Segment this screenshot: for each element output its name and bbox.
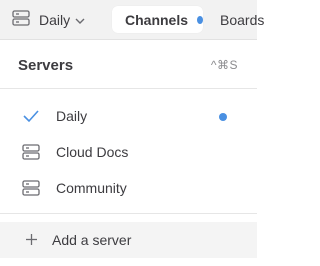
add-server-button[interactable]: Add a server xyxy=(0,222,257,258)
tab-boards-label: Boards xyxy=(220,12,265,28)
server-item-label: Cloud Docs xyxy=(56,144,129,160)
divider xyxy=(0,88,257,89)
server-item-cloud-docs[interactable]: Cloud Docs xyxy=(0,134,257,170)
current-server-label: Daily xyxy=(39,12,71,28)
server-switcher-button[interactable]: Daily xyxy=(12,9,85,31)
server-item-daily[interactable]: Daily xyxy=(0,98,257,134)
chevron-down-icon xyxy=(75,12,85,30)
plus-icon xyxy=(25,233,38,251)
server-icon xyxy=(22,144,40,160)
servers-dropdown: Servers ^⌘S Daily Cloud Docs Community A… xyxy=(0,41,257,266)
server-item-label: Community xyxy=(56,180,127,196)
add-server-label: Add a server xyxy=(52,232,132,248)
server-item-community[interactable]: Community xyxy=(0,170,257,206)
top-bar: Daily Channels Boards xyxy=(0,0,264,40)
check-icon xyxy=(22,108,40,124)
server-icon xyxy=(22,180,40,196)
divider xyxy=(0,213,257,214)
tab-channels[interactable]: Channels xyxy=(112,6,203,33)
unread-dot xyxy=(197,15,203,24)
server-icon xyxy=(12,9,30,31)
dropdown-header: Servers ^⌘S xyxy=(0,41,257,89)
server-item-label: Daily xyxy=(56,108,88,124)
tab-boards[interactable]: Boards xyxy=(220,12,264,28)
tab-channels-label: Channels xyxy=(125,11,189,28)
unread-dot xyxy=(219,113,227,121)
keyboard-shortcut: ^⌘S xyxy=(210,58,238,72)
dropdown-title: Servers xyxy=(18,57,74,74)
